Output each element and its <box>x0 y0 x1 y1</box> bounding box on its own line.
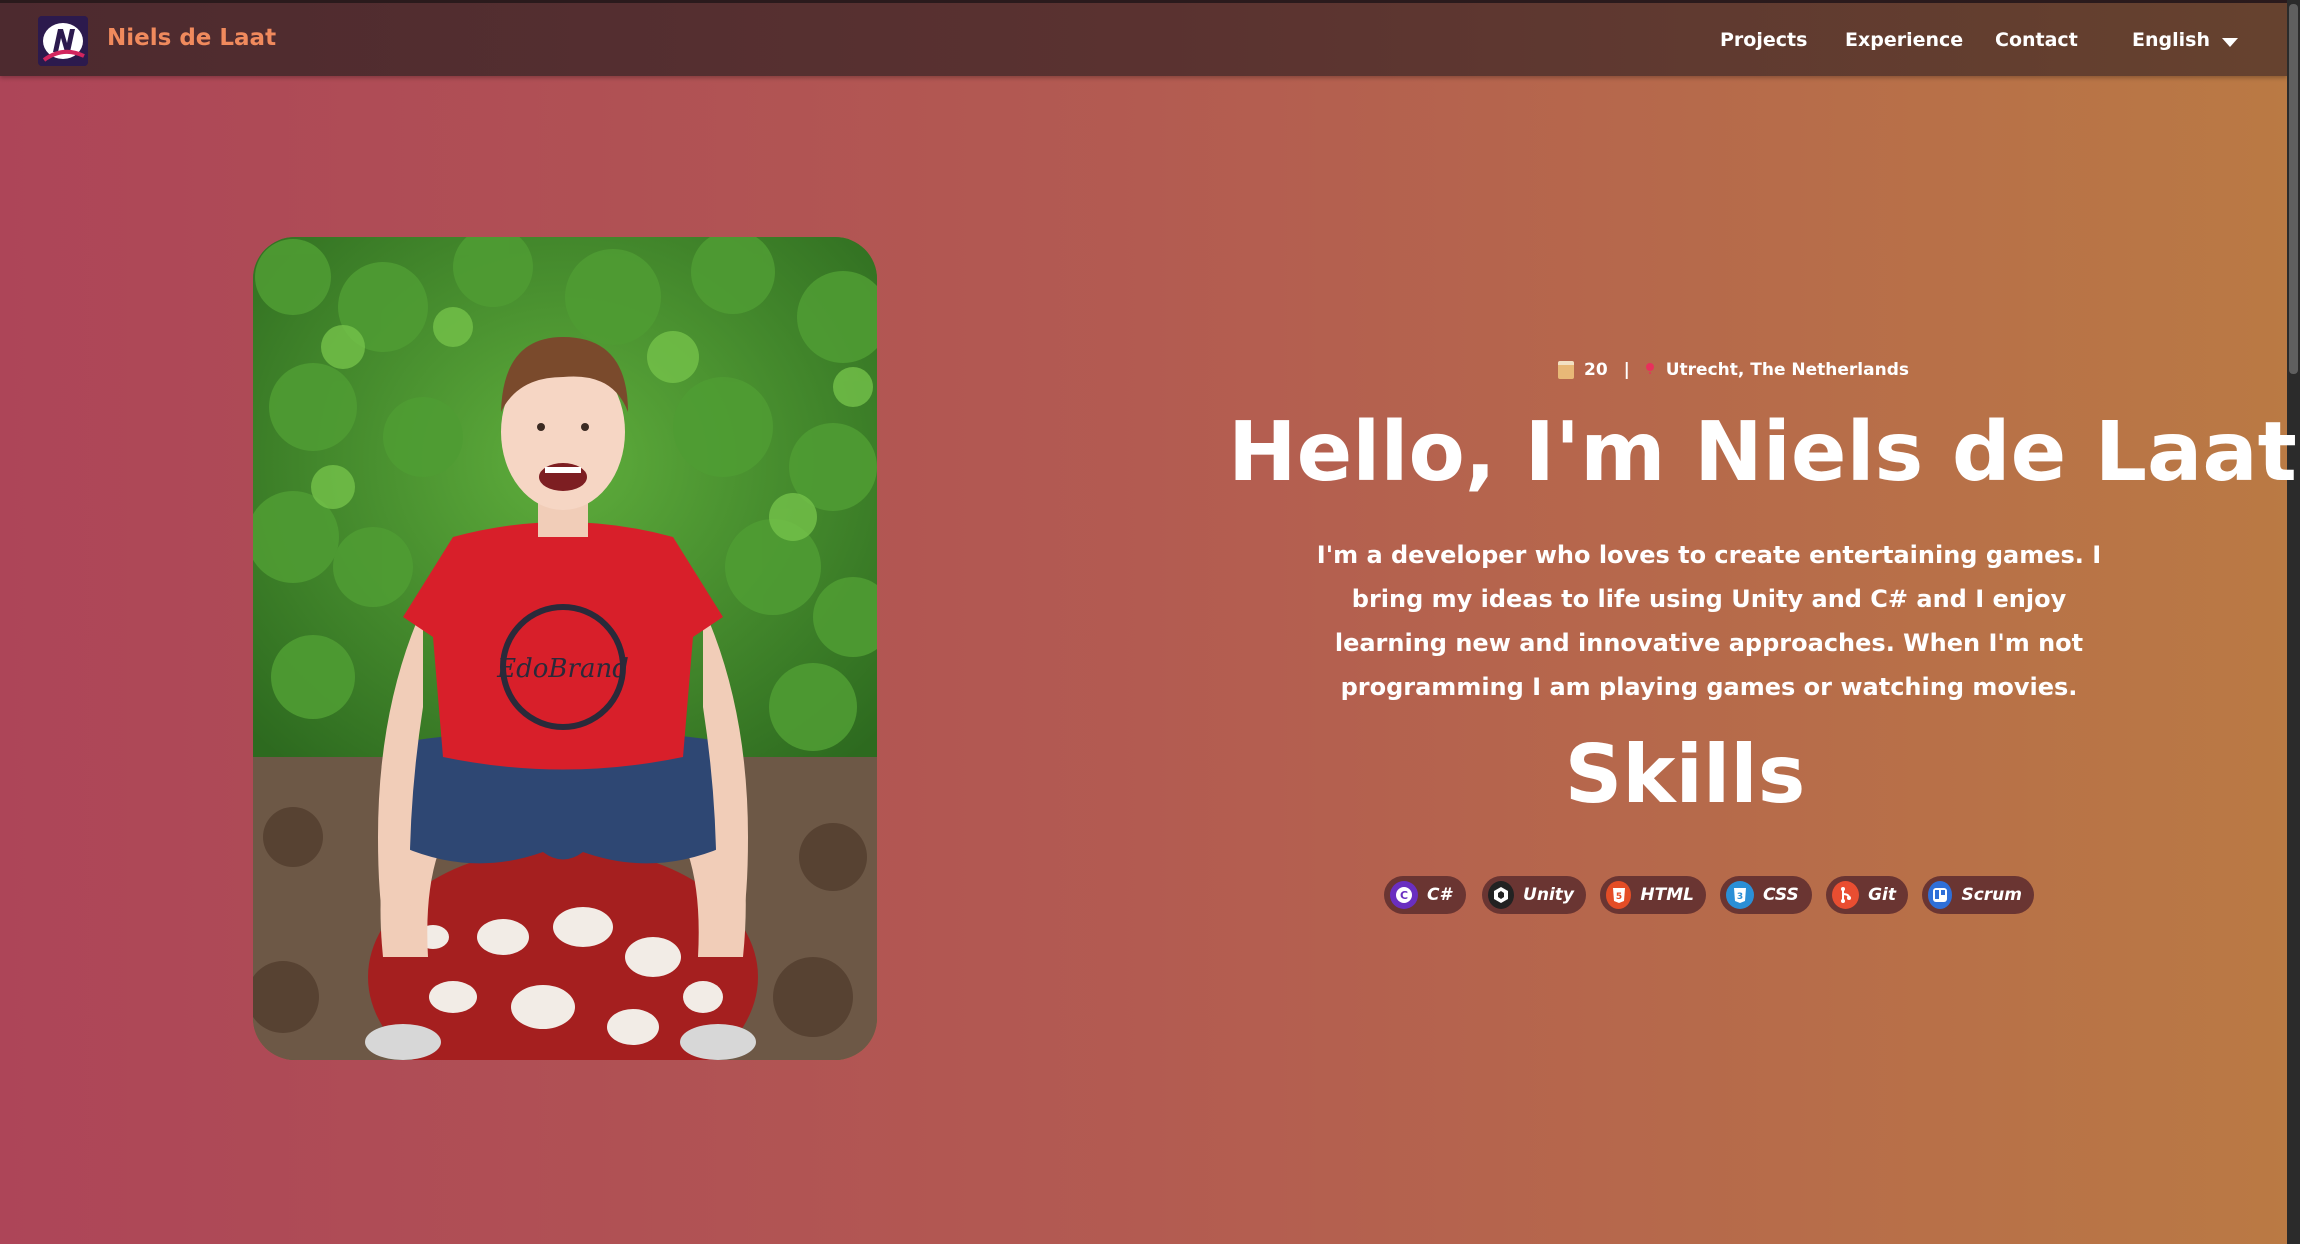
svg-text:5: 5 <box>1616 892 1622 902</box>
skill-badge-git: Git <box>1826 876 1908 914</box>
csharp-icon: C <box>1390 881 1418 909</box>
nav-link-projects[interactable]: Projects <box>1720 29 1807 51</box>
meta-separator: | <box>1623 360 1630 380</box>
skill-badge-unity: Unity <box>1482 876 1586 914</box>
skill-badge-html: 5 HTML <box>1600 876 1706 914</box>
nav-link-contact[interactable]: Contact <box>1995 29 2078 51</box>
skill-label-scrum: Scrum <box>1961 885 2022 905</box>
profile-photo: EdoBrand <box>253 237 877 1060</box>
chevron-down-icon[interactable] <box>2222 38 2238 47</box>
git-icon <box>1832 881 1860 909</box>
location-text: Utrecht, The Netherlands <box>1665 360 1909 380</box>
brand-name[interactable]: Niels de Laat <box>107 25 276 51</box>
language-select[interactable]: English <box>2132 29 2210 51</box>
html5-icon: 5 <box>1606 881 1632 909</box>
age-text: 20 <box>1584 360 1608 380</box>
scrollbar-thumb[interactable] <box>2289 4 2298 374</box>
css3-icon: 3 <box>1726 881 1754 909</box>
svg-text:C: C <box>1400 889 1408 902</box>
intro-meta: 20 | Utrecht, The Netherlands <box>1558 360 1909 380</box>
skill-label-css: CSS <box>1763 885 1799 905</box>
page-title: Hello, I'm Niels de Laat <box>1228 405 2297 500</box>
trello-icon <box>1928 881 1953 909</box>
svg-text:EdoBrand: EdoBrand <box>496 654 629 684</box>
bio-text: I'm a developer who loves to create ente… <box>1316 541 2102 701</box>
skills-heading: Skills <box>1564 728 1806 821</box>
pin-icon <box>1645 363 1654 371</box>
skill-label-git: Git <box>1868 885 1896 905</box>
unity-icon <box>1488 881 1515 909</box>
skill-label-unity: Unity <box>1523 885 1574 905</box>
scrollbar[interactable] <box>2287 0 2300 1244</box>
cake-icon <box>1558 361 1574 379</box>
logo-icon[interactable] <box>38 16 88 66</box>
skill-label-csharp: C# <box>1427 885 1452 905</box>
skill-badge-scrum: Scrum <box>1922 876 2034 914</box>
nav-link-experience[interactable]: Experience <box>1845 29 1963 51</box>
svg-text:3: 3 <box>1737 892 1743 902</box>
navbar: Niels de Laat Projects Experience Contac… <box>0 0 2287 76</box>
skill-badge-csharp: C C# <box>1384 876 1466 914</box>
skill-badge-css: 3 CSS <box>1720 876 1812 914</box>
skill-label-html: HTML <box>1640 885 1694 905</box>
